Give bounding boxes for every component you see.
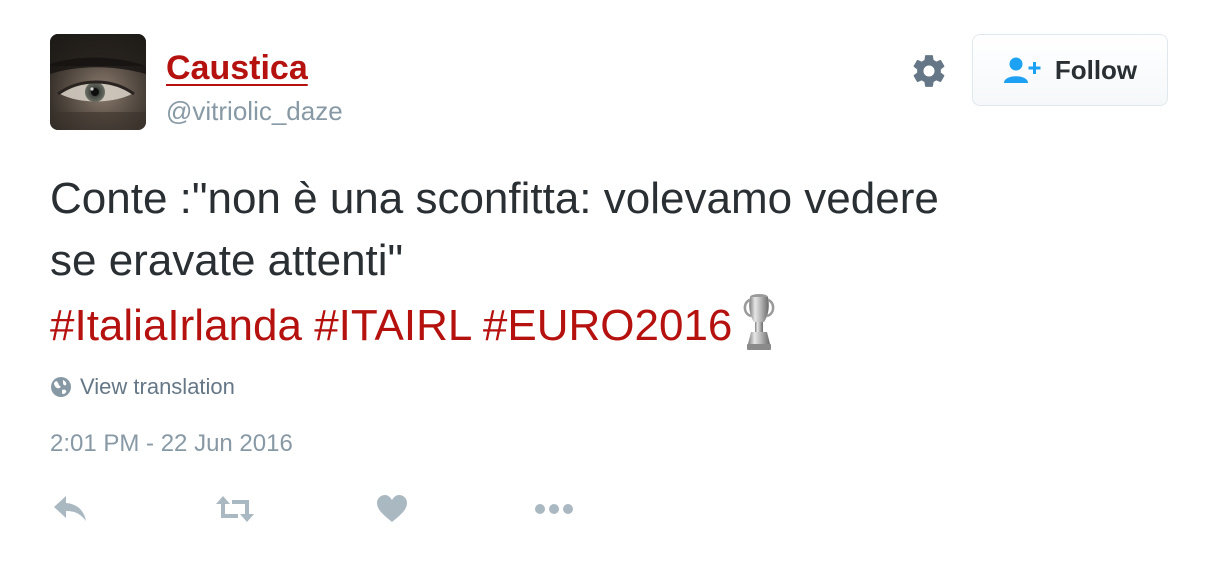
tweet-text: Conte :"non è una sconfitta: volevamo ve… (50, 168, 1170, 357)
hashtag-euro2016[interactable]: #EURO2016 (483, 301, 732, 350)
user-plus-icon (1003, 57, 1041, 83)
view-translation-link[interactable]: View translation (50, 374, 235, 400)
follow-button[interactable]: Follow (972, 34, 1168, 106)
gear-icon[interactable] (910, 52, 948, 90)
user-name-link[interactable]: Caustica (166, 49, 308, 88)
avatar[interactable] (50, 34, 146, 130)
view-translation-label: View translation (80, 374, 235, 399)
tweet-text-line-1: Conte :"non è una sconfitta: volevamo ve… (50, 174, 939, 223)
tweet-timestamp[interactable]: 2:01 PM - 22 Jun 2016 (50, 430, 293, 458)
more-icon[interactable] (534, 502, 574, 516)
hashtag-itairl[interactable]: #ITAIRL (314, 301, 471, 350)
reply-icon[interactable] (52, 494, 88, 524)
hashtag-line: #ItaliaIrlanda #ITAIRL #EURO2016 (50, 292, 1170, 357)
hashtag-italiairlanda[interactable]: #ItaliaIrlanda (50, 301, 302, 350)
follow-label: Follow (1054, 54, 1138, 85)
euro-trophy-icon (744, 294, 775, 350)
like-icon[interactable] (376, 494, 408, 524)
tweet-text-line-2: se eravate attenti" (50, 236, 404, 285)
user-handle: @vitriolic_daze (166, 96, 343, 126)
retweet-icon[interactable] (214, 494, 256, 524)
globe-icon (51, 377, 71, 397)
avatar-image (50, 34, 146, 130)
tweet-card: Caustica @vitriolic_daze Follow Conte :"… (0, 0, 1220, 586)
